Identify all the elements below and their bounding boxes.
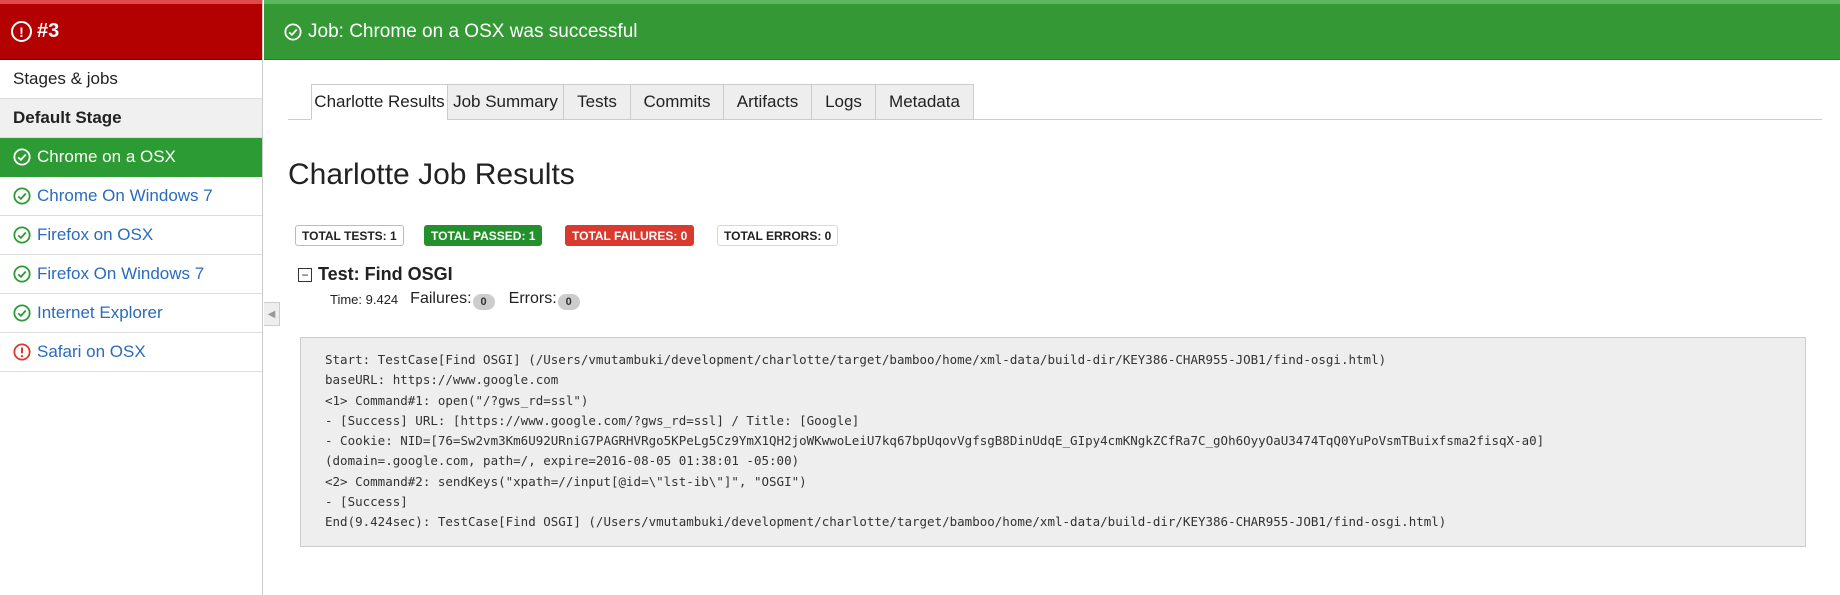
chevron-left-icon: ◀ [267, 308, 276, 320]
check-circle-icon [13, 148, 31, 166]
tab-artifacts[interactable]: Artifacts [723, 84, 812, 120]
log-line: - Cookie: NID=[76=Sw2vm3Km6U92URniG7PAGR… [325, 433, 1545, 449]
tab-job-summary[interactable]: Job Summary [447, 84, 564, 120]
failures-count: 0 [472, 294, 495, 310]
check-circle-icon [13, 187, 31, 205]
sidebar-job-item[interactable]: Chrome on a OSX [0, 138, 262, 177]
sidebar-job-label: Firefox on OSX [37, 225, 154, 244]
sidebar-job-label: Internet Explorer [37, 303, 163, 322]
log-line: baseURL: https://www.google.com [325, 372, 559, 388]
tab-commits[interactable]: Commits [630, 84, 724, 120]
error-circle-icon [13, 343, 31, 361]
tab-tests[interactable]: Tests [563, 84, 631, 120]
job-list: Chrome on a OSX Chrome On Windows 7 Firefo… [0, 138, 262, 372]
total-tests-badge: TOTAL TESTS: 1 [295, 225, 404, 246]
errors-count: 0 [557, 294, 580, 310]
sidebar-job-item[interactable]: Chrome On Windows 7 [0, 177, 262, 216]
sidebar-job-item[interactable]: Firefox on OSX [0, 216, 262, 255]
log-line: End(9.424sec): TestCase[Find OSGI] (/Use… [325, 514, 1447, 530]
test-time: Time: 9.424 [330, 291, 399, 307]
total-passed-badge: TOTAL PASSED: 1 [424, 225, 543, 246]
check-circle-icon [284, 22, 302, 41]
log-line: Start: TestCase[Find OSGI] (/Users/vmuta… [325, 352, 1387, 367]
test-meta: Time: 9.424 Failures: 0 Errors: 0 [330, 290, 594, 310]
job-status-banner: Job: Chrome on a OSX was successful [264, 0, 1840, 60]
test-log: Start: TestCase[Find OSGI] (/Users/vmuta… [300, 337, 1806, 547]
collapse-sidebar-button[interactable]: ◀ [264, 302, 280, 326]
log-line: <2> Command#2: sendKeys("xpath=//input[@… [325, 473, 807, 489]
log-line: <1> Command#1: open("/?gws_rd=ssl") [325, 392, 589, 408]
page-title: Charlotte Job Results [288, 158, 575, 191]
sidebar-job-label: Chrome on a OSX [37, 147, 176, 166]
error-icon: ! [11, 21, 32, 42]
tab-logs[interactable]: Logs [811, 84, 876, 120]
check-circle-icon [13, 304, 31, 322]
banner-text: Job: Chrome on a OSX was successful [308, 20, 638, 42]
tab-metadata[interactable]: Metadata [875, 84, 974, 120]
collapse-toggle-icon[interactable]: − [298, 267, 312, 282]
sidebar-job-label: Firefox On Windows 7 [37, 264, 205, 283]
tab-charlotte-results[interactable]: Charlotte Results [311, 84, 448, 120]
sidebar-job-item[interactable]: Safari on OSX [0, 333, 262, 372]
stage-heading: Default Stage [0, 99, 262, 138]
total-failures-badge: TOTAL FAILURES: 0 [565, 225, 695, 246]
sidebar: ! #3 Stages & jobs Default Stage Chrome … [0, 0, 263, 595]
test-name: Test: Find OSGI [318, 264, 453, 284]
log-line: (domain=.google.com, path=/, expire=2016… [325, 453, 800, 469]
stages-and-jobs-link[interactable]: Stages & jobs [0, 60, 262, 99]
failures-label: Failures: [410, 290, 472, 307]
build-status-header: ! #3 [0, 0, 262, 60]
check-circle-icon [13, 226, 31, 244]
test-header: − Test: Find OSGI [298, 264, 453, 285]
log-line: - [Success] URL: [https://www.google.com… [325, 412, 860, 428]
sidebar-job-item[interactable]: Internet Explorer [0, 294, 262, 333]
log-line: - [Success] [325, 494, 408, 510]
sidebar-job-label: Safari on OSX [37, 342, 146, 361]
sidebar-job-item[interactable]: Firefox On Windows 7 [0, 255, 262, 294]
check-circle-icon [13, 265, 31, 283]
total-errors-badge: TOTAL ERRORS: 0 [717, 225, 839, 246]
errors-label: Errors: [508, 290, 557, 307]
tab-bar: Charlotte Results Job Summary Tests Comm… [288, 84, 1822, 120]
sidebar-job-label: Chrome On Windows 7 [37, 186, 213, 205]
build-number: #3 [37, 20, 60, 42]
